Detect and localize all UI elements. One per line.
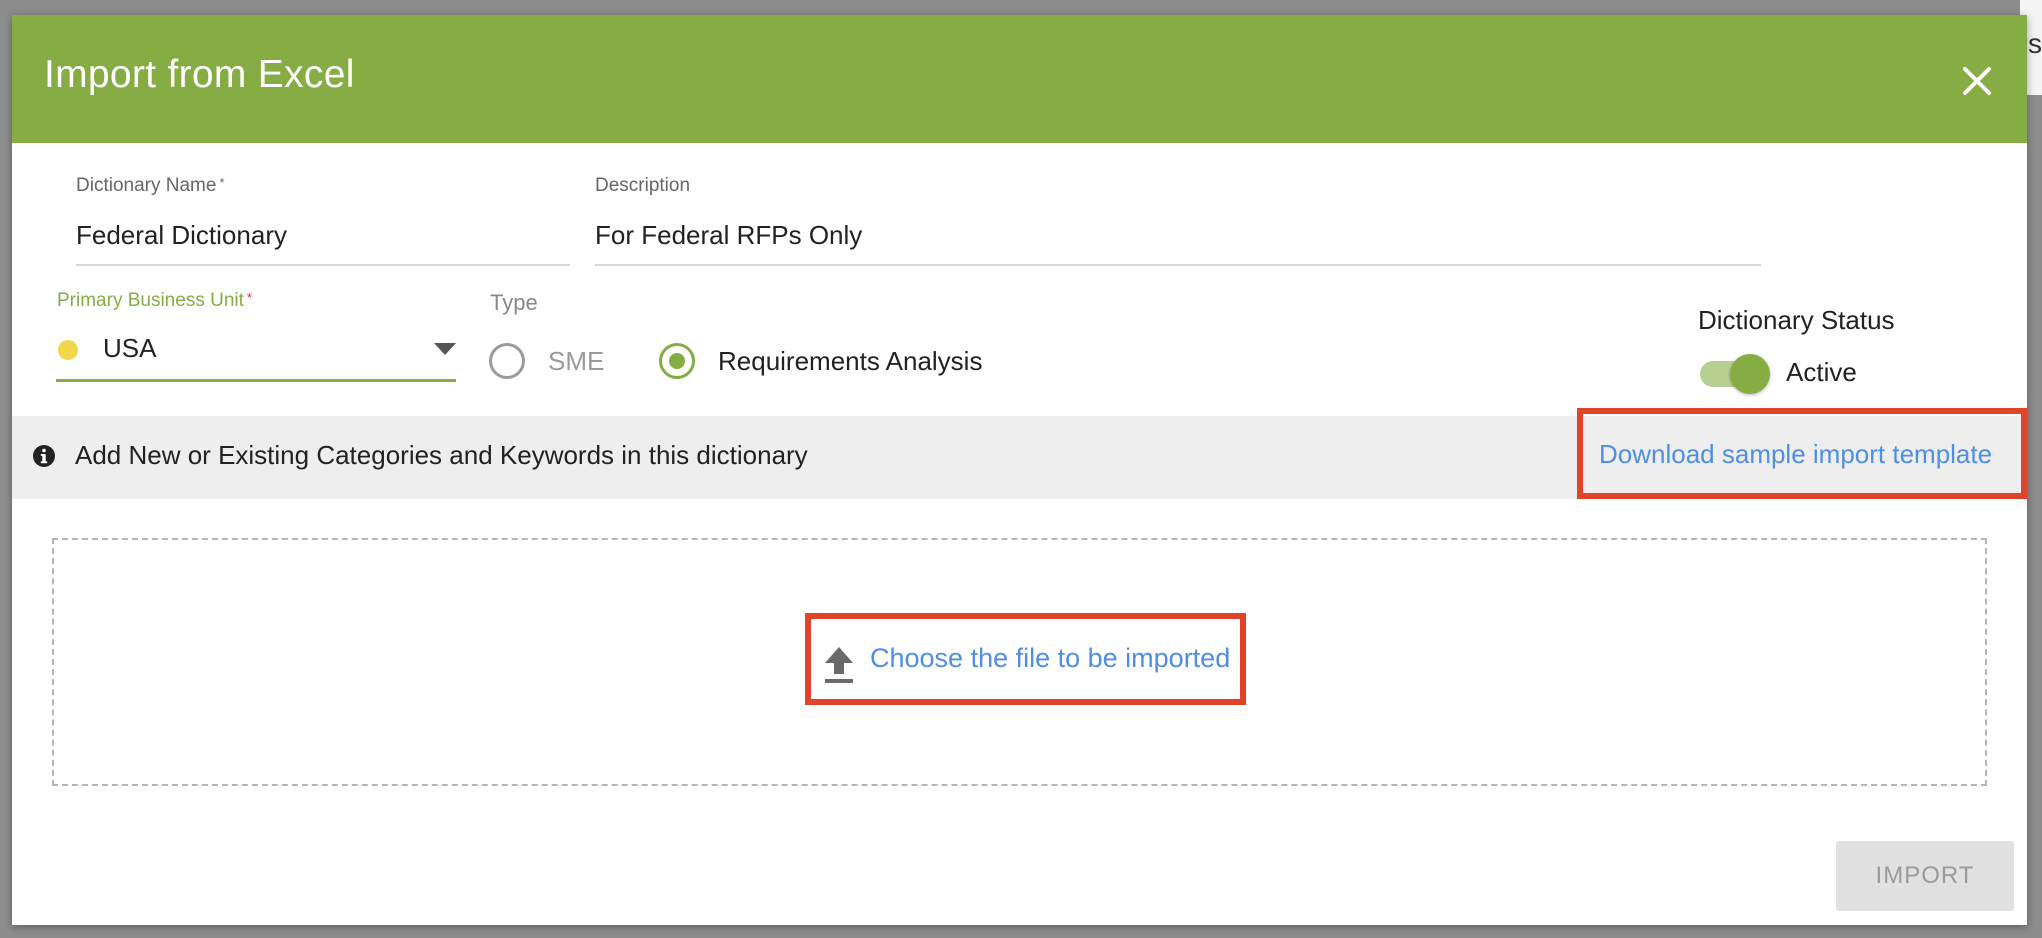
dictionary-name-input[interactable]: Federal Dictionary [76, 220, 287, 251]
business-unit-value: USA [103, 333, 157, 363]
dictionary-status-label: Dictionary Status [1698, 305, 1895, 335]
primary-business-unit-select[interactable]: USA [56, 327, 456, 382]
description-label: Description [595, 175, 691, 196]
dictionary-name-label: Dictionary Name * [76, 175, 225, 196]
status-toggle-label: Active [1786, 357, 1857, 387]
primary-business-unit-label: Primary Business Unit * [57, 290, 252, 311]
background-page-text: s [2028, 28, 2042, 59]
choose-file-highlight [805, 613, 1246, 705]
type-requirements-analysis-label[interactable]: Requirements Analysis [718, 346, 982, 377]
type-sme-label[interactable]: SME [548, 346, 604, 377]
dialog-header: Import from Excel [12, 15, 2027, 143]
dialog-title: Import from Excel [44, 53, 355, 96]
info-text: Add New or Existing Categories and Keywo… [75, 440, 808, 470]
info-icon [33, 445, 55, 467]
import-button[interactable]: IMPORT [1836, 841, 2014, 911]
type-sme-radio[interactable] [489, 343, 525, 379]
dictionary-name-underline [76, 264, 570, 266]
description-input[interactable]: For Federal RFPs Only [595, 220, 862, 251]
import-dialog: Import from Excel Dictionary Name * Feder… [12, 15, 2027, 925]
chevron-down-icon [434, 343, 456, 355]
download-link-highlight [1577, 408, 2027, 499]
description-underline [595, 264, 1761, 266]
type-requirements-analysis-radio[interactable] [659, 343, 695, 379]
business-unit-color-dot [58, 340, 78, 360]
status-toggle[interactable] [1730, 354, 1770, 394]
close-icon [1963, 67, 1991, 95]
type-label: Type [490, 290, 538, 315]
close-button[interactable] [1955, 59, 1999, 103]
